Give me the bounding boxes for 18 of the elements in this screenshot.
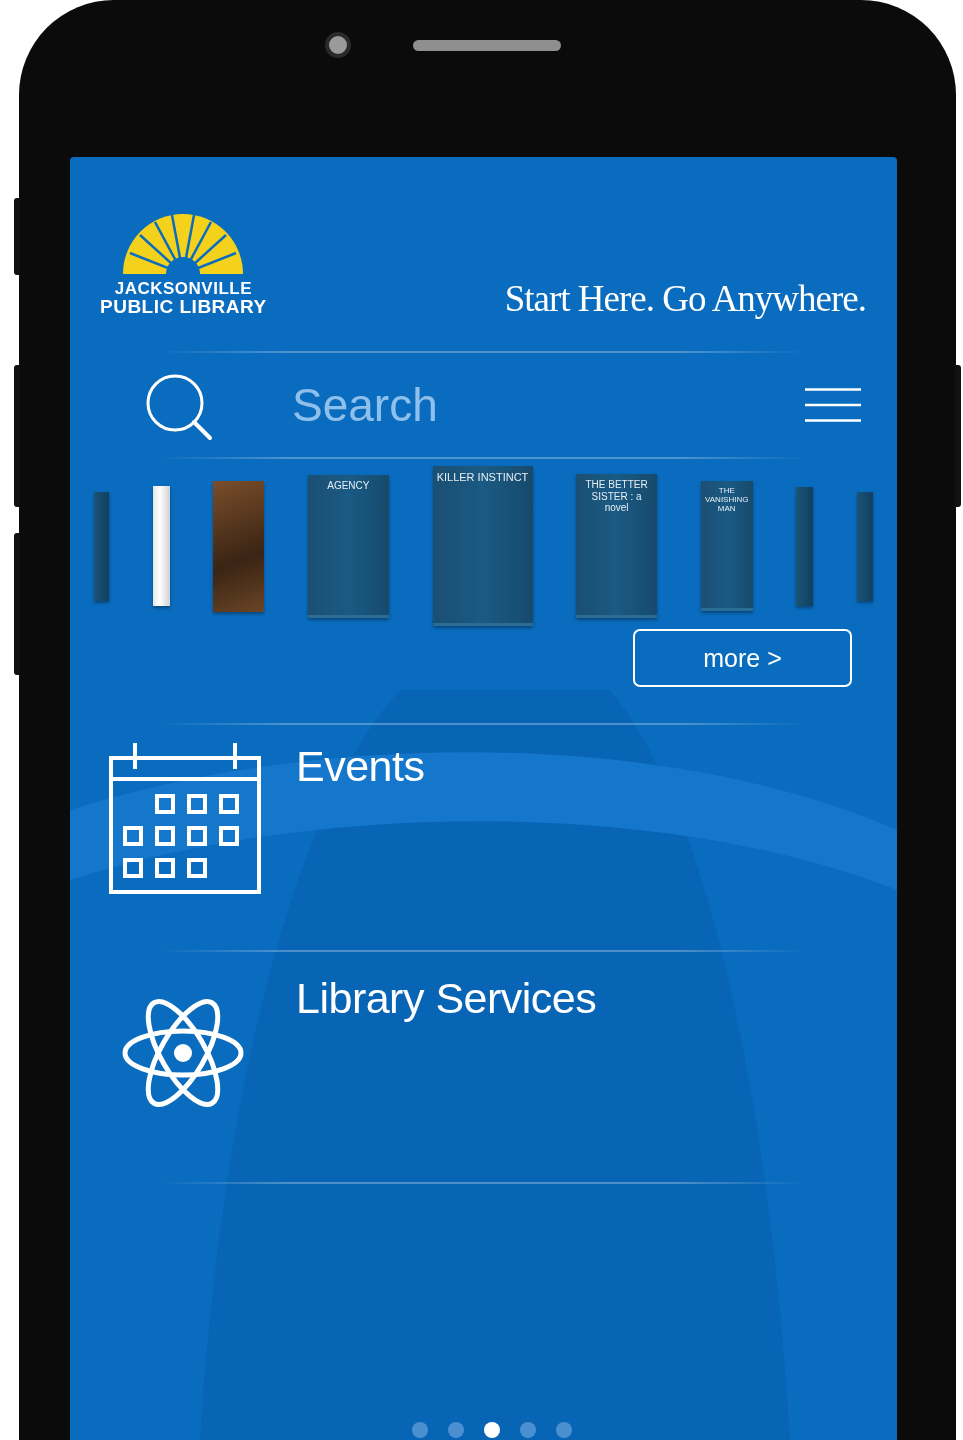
book-cover-photo-placeholder[interactable] bbox=[213, 480, 265, 612]
menu-item-label[interactable]: Library Services bbox=[296, 974, 597, 1023]
calendar-icon[interactable] bbox=[108, 743, 262, 895]
logo-text: JACKSONVILLE bbox=[114, 280, 252, 298]
search-field[interactable]: Search bbox=[292, 377, 805, 433]
more-button[interactable]: more > bbox=[633, 629, 852, 687]
book-cover[interactable]: KILLER INSTINCT bbox=[432, 466, 533, 626]
book-spine[interactable] bbox=[152, 486, 170, 606]
logo-text: PUBLIC LIBRARY bbox=[100, 298, 267, 316]
sunburst-logo-icon bbox=[122, 213, 245, 275]
tagline: Start Here. Go Anywhere. bbox=[504, 277, 866, 320]
camera-dot bbox=[325, 32, 351, 58]
book-cover[interactable]: THE BETTER SISTER : a novel bbox=[576, 474, 658, 618]
book-cover[interactable]: AGENCY bbox=[307, 474, 389, 618]
book-cover[interactable]: THE VANISHING MAN bbox=[700, 481, 753, 611]
menu-icon[interactable] bbox=[805, 388, 861, 422]
search-icon[interactable] bbox=[145, 374, 213, 442]
menu-item-label[interactable]: Events bbox=[296, 742, 425, 791]
